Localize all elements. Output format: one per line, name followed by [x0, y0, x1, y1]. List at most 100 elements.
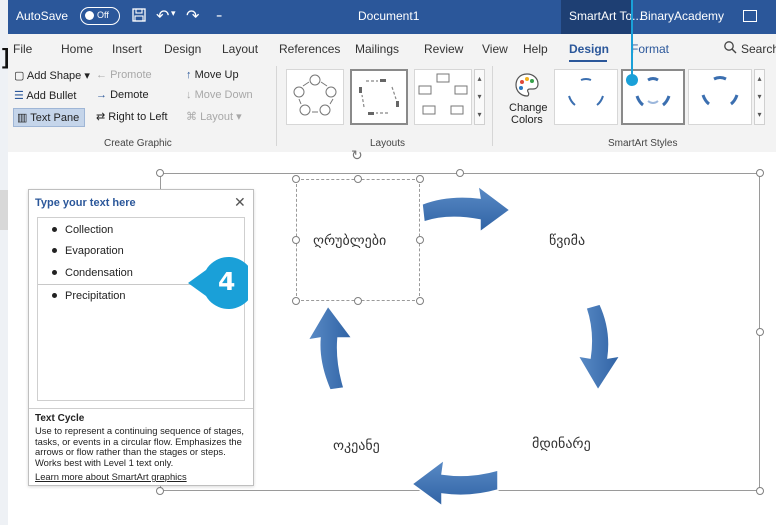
right-to-left-icon: ⇄ — [96, 111, 106, 123]
node-text-river[interactable]: მდინარე — [532, 436, 591, 452]
layout-button[interactable]: ⌘ Layout ▾ — [186, 110, 242, 123]
tab-smartart-format[interactable]: Format — [631, 42, 669, 56]
text-pane-icon: ▥ — [17, 112, 28, 124]
bullet-icon — [52, 292, 57, 298]
list-item-text: Precipitation — [65, 290, 126, 302]
right-to-left-button[interactable]: ⇄ Right to Left — [96, 110, 168, 123]
search-icon[interactable] — [723, 40, 737, 54]
resize-handle[interactable] — [756, 487, 764, 495]
bullet-icon — [52, 226, 57, 232]
search-label[interactable]: Search — [741, 42, 776, 56]
layout-icon: ⌘ — [186, 111, 197, 123]
list-item[interactable]: Condensation — [52, 267, 133, 279]
cycle-arrow-bottom — [410, 458, 499, 508]
undo-icon[interactable]: ↶ — [156, 6, 169, 26]
change-colors-button[interactable]: Change Colors — [505, 70, 549, 130]
text-pane: Type your text here ✕ Collection Evapora… — [28, 189, 254, 486]
move-up-button[interactable]: ↑ Move Up — [186, 69, 239, 81]
shape-handle[interactable] — [292, 175, 300, 183]
layouts-gallery-scroll[interactable]: ▴ ▾ ▾ — [474, 69, 485, 125]
resize-handle[interactable] — [756, 328, 764, 336]
create-graphic-group-label: Create Graphic — [104, 138, 172, 149]
layout-thumb-text-cycle[interactable] — [350, 69, 408, 125]
shape-handle[interactable] — [354, 175, 362, 183]
title-bar: AutoSave Off ↶ ▾ ↷ ₌ Document1 SmartArt … — [8, 0, 776, 34]
shape-handle[interactable] — [416, 297, 424, 305]
customize-toolbar-icon[interactable]: ₌ — [216, 7, 222, 21]
dropdown-arrow-icon: ▾ — [236, 111, 242, 123]
ribbon-display-options-icon[interactable] — [743, 10, 757, 22]
cycle-arrow-top — [421, 184, 512, 234]
text-pane-label-wrap: ▥ Text Pane — [17, 111, 79, 124]
resize-handle[interactable] — [756, 169, 764, 177]
callout-badge: 4 — [188, 254, 248, 312]
resize-handle[interactable] — [156, 169, 164, 177]
list-item-text: Evaporation — [65, 245, 124, 257]
move-down-button[interactable]: ↓ Move Down — [186, 89, 253, 101]
tab-file[interactable]: File — [13, 42, 32, 56]
promote-button[interactable]: ← Promote — [96, 69, 152, 81]
add-bullet-button[interactable]: ☰ Add Bullet — [14, 89, 76, 102]
resize-handle[interactable] — [456, 169, 464, 177]
learn-more-link[interactable]: Learn more about SmartArt graphics — [35, 471, 187, 482]
add-bullet-label: Add Bullet — [26, 90, 77, 102]
list-item[interactable]: Evaporation — [52, 245, 124, 257]
tab-layout[interactable]: Layout — [222, 42, 258, 56]
group-separator — [276, 66, 277, 146]
callout-pointer-dot — [626, 74, 638, 86]
bullet-icon — [52, 269, 57, 275]
block-cycle-icon — [418, 73, 468, 115]
callout-number: 4 — [218, 267, 236, 296]
node-text-rain[interactable]: წვიმა — [549, 233, 585, 249]
tab-view[interactable]: View — [482, 42, 508, 56]
layout-thumb-basic-cycle[interactable] — [286, 69, 344, 125]
autosave-toggle[interactable]: Off — [80, 7, 120, 25]
text-cycle-icon — [359, 79, 399, 115]
add-shape-button[interactable]: ▢ Add Shape ▾ — [14, 69, 90, 82]
redo-icon[interactable]: ↷ — [186, 6, 199, 26]
tab-references[interactable]: References — [279, 42, 340, 56]
undo-dropdown-icon[interactable]: ▾ — [171, 8, 176, 19]
tab-review[interactable]: Review — [424, 42, 463, 56]
node-text-clouds[interactable]: ღრუბლები — [313, 233, 386, 249]
document-title: Document1 — [358, 9, 420, 23]
tab-home[interactable]: Home — [61, 42, 93, 56]
list-item-text: Condensation — [65, 267, 133, 279]
tab-mailings[interactable]: Mailings — [355, 42, 399, 56]
close-icon[interactable]: ✕ — [234, 194, 246, 211]
demote-label: Demote — [110, 89, 149, 101]
rotate-handle-icon[interactable]: ↻ — [351, 147, 363, 164]
move-down-label: Move Down — [194, 89, 253, 101]
dropdown-arrow-icon: ▾ — [84, 70, 90, 82]
toggle-knob — [85, 11, 94, 20]
autosave-label: AutoSave — [16, 9, 69, 23]
demote-button[interactable]: → Demote — [96, 89, 149, 101]
tab-design[interactable]: Design — [164, 42, 201, 56]
cycle-arrow-left — [306, 304, 354, 391]
list-item[interactable]: Collection — [52, 224, 113, 236]
add-bullet-icon: ☰ — [14, 90, 24, 102]
tab-help[interactable]: Help — [523, 42, 548, 56]
text-pane-title: Type your text here — [35, 197, 136, 209]
list-item[interactable]: Precipitation — [52, 290, 126, 302]
smartart-styles-group-label: SmartArt Styles — [608, 138, 678, 149]
move-up-icon: ↑ — [186, 69, 192, 81]
tab-insert[interactable]: Insert — [112, 42, 142, 56]
change-colors-label-2: Colors — [511, 114, 543, 126]
smartart-style-thumb-1[interactable] — [554, 69, 618, 125]
autosave-state: Off — [97, 10, 109, 20]
cycle-arrow-right — [576, 303, 622, 392]
demote-arrow-icon: → — [96, 89, 107, 101]
list-item-text: Collection — [65, 224, 114, 236]
tab-smartart-design[interactable]: Design — [569, 42, 609, 56]
styles-gallery-scroll[interactable]: ▴ ▾ ▾ — [754, 69, 765, 125]
smartart-style-thumb-3[interactable] — [688, 69, 752, 125]
account-name[interactable]: BinaryAcademy — [640, 9, 724, 23]
ribbon-tabs: File Home Insert Design Layout Reference… — [8, 34, 776, 62]
resize-handle[interactable] — [156, 487, 164, 495]
save-icon[interactable] — [132, 8, 146, 22]
node-text-ocean[interactable]: ოკეანე — [333, 438, 380, 454]
shape-handle[interactable] — [292, 236, 300, 244]
layout-thumb-block-cycle[interactable] — [414, 69, 472, 125]
promote-label: Promote — [110, 69, 152, 81]
